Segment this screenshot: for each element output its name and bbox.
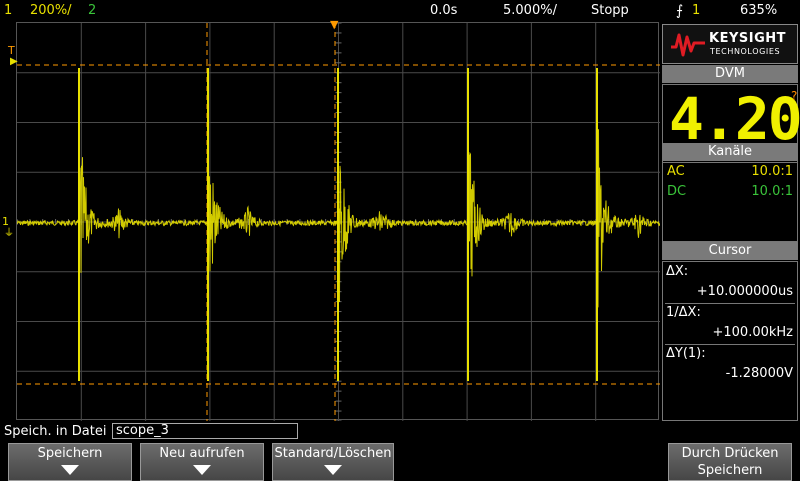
recall-softkey[interactable]: Neu aufrufen (140, 443, 264, 481)
keysight-wave-icon (671, 33, 705, 57)
default-erase-softkey[interactable]: Standard/Löschen (272, 443, 394, 481)
trigger-channel[interactable]: 1 (692, 3, 700, 18)
save-to-file-label: Speich. in Datei = (4, 424, 122, 439)
cursor-divider (665, 303, 795, 304)
press-to-save-line2: Speichern (697, 463, 763, 478)
ch2-number[interactable]: 2 (88, 3, 96, 18)
inv-dx-label: 1/ΔX: (666, 305, 701, 320)
save-softkey-label: Speichern (37, 446, 103, 461)
status-bar: 1 200%/ 2 0.0s 5.000%/ Stopp ⨍ 1 635% (0, 0, 800, 22)
ch1-number[interactable]: 1 (4, 3, 12, 18)
ac-row: AC 10.0:1 (667, 164, 793, 182)
cursor-box: ΔX: +10.000000us 1/ΔX: +100.00kHz ΔY(1):… (662, 261, 798, 421)
dy-label: ΔY(1): (666, 346, 706, 361)
dvm-flag: ? (791, 89, 798, 103)
dvm-header[interactable]: DVM (662, 65, 798, 83)
inv-dx-value: +100.00kHz (712, 325, 793, 340)
recall-softkey-label: Neu aufrufen (159, 446, 245, 461)
arrow-down-icon (324, 465, 342, 475)
dc-probe-ratio: 10.0:1 (751, 184, 793, 199)
dy-label-text: ΔY(1): (666, 346, 706, 361)
filename-field[interactable]: scope_3 (112, 423, 298, 439)
trigger-level-arrow[interactable]: ▶ (10, 56, 18, 67)
channels-box: AC 10.0:1 DC 10.0:1 (662, 162, 798, 242)
dy-value: -1.28000V (725, 366, 793, 381)
logo-word: KEYSIGHT (709, 31, 786, 46)
edge-trigger-icon: ⨍ (676, 3, 684, 19)
ac-probe-ratio: 10.0:1 (751, 164, 793, 179)
press-to-save-line1: Durch Drücken (681, 446, 779, 461)
logo-subtitle: TECHNOLOGIES (710, 47, 781, 56)
time-scale[interactable]: 5.000%/ (503, 3, 557, 18)
trigger-level[interactable]: 635% (740, 3, 777, 18)
run-state[interactable]: Stopp (591, 3, 629, 18)
default-erase-softkey-label: Standard/Löschen (274, 446, 392, 461)
cursor-divider (665, 344, 795, 345)
graticule-svg (17, 23, 660, 421)
dx-label: ΔX: (666, 264, 689, 279)
channels-header[interactable]: Kanäle (662, 143, 798, 161)
ac-label: AC (667, 164, 685, 179)
waveform-display[interactable] (16, 22, 660, 421)
ground-icon: ⏚ (4, 228, 14, 239)
ch1-scale[interactable]: 200%/ (30, 3, 72, 18)
info-panel: KEYSIGHT TECHNOLOGIES DVM 4.20 mV ? Kanä… (660, 22, 800, 421)
keysight-logo: KEYSIGHT TECHNOLOGIES (662, 24, 798, 64)
arrow-down-icon (61, 465, 79, 475)
cursor-header[interactable]: Cursor (662, 242, 798, 260)
dc-row: DC 10.0:1 (667, 184, 793, 202)
arrow-down-icon (193, 465, 211, 475)
trigger-position-marker[interactable]: ▼ (330, 18, 338, 31)
save-softkey[interactable]: Speichern (8, 443, 132, 481)
file-bar: Speich. in Datei = scope_3 (0, 421, 800, 441)
dx-value: +10.000000us (696, 284, 793, 299)
time-delay[interactable]: 0.0s (430, 3, 457, 18)
press-to-save-softkey[interactable]: Durch Drücken Speichern (668, 443, 792, 481)
dc-label: DC (667, 184, 687, 199)
